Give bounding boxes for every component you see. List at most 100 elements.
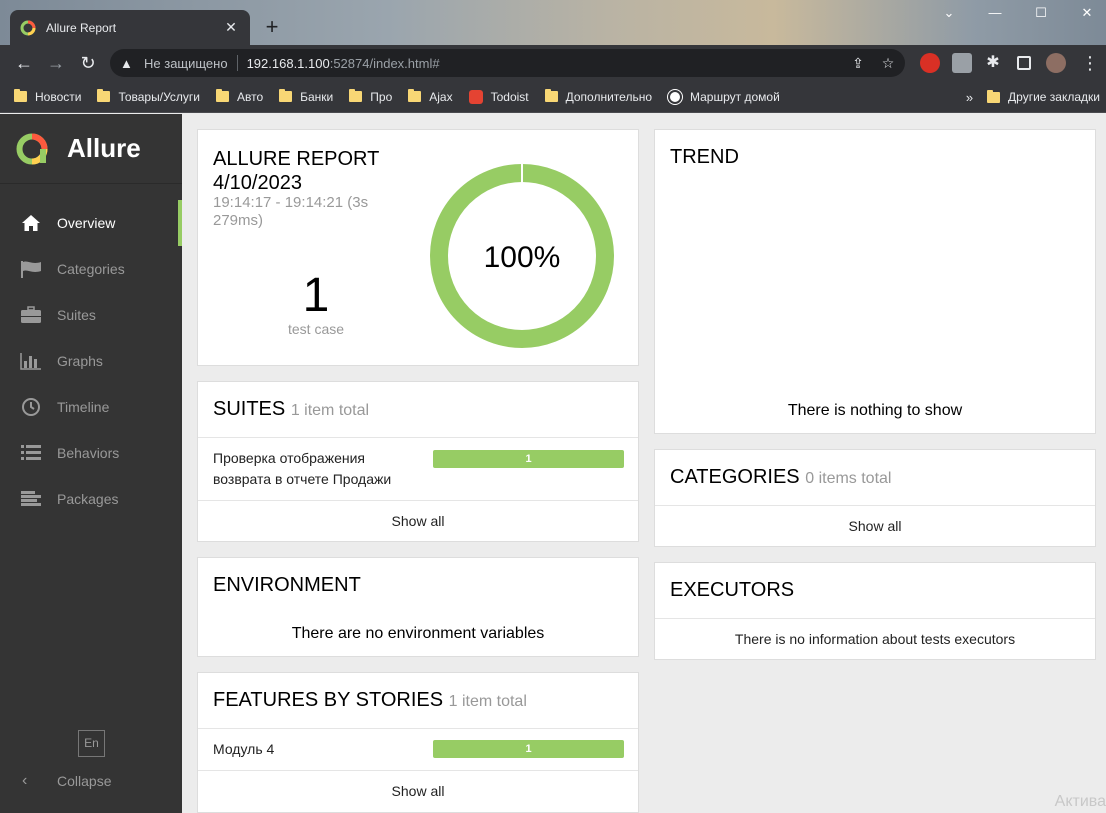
tab-search-icon[interactable]: ⌄ xyxy=(926,2,972,24)
trend-title: TREND xyxy=(670,146,739,168)
suites-show-all-button[interactable]: Show all xyxy=(198,513,638,529)
bookmark-label: Todoist xyxy=(490,89,529,104)
bookmark-todoist[interactable]: Todoist xyxy=(468,89,529,104)
side-panel-icon[interactable] xyxy=(1017,56,1031,70)
sidebar-item-graphs[interactable]: Graphs xyxy=(0,338,182,384)
feature-row-bar[interactable]: 1 xyxy=(433,740,624,758)
categories-heading: CATEGORIES xyxy=(670,466,800,488)
waze-icon xyxy=(668,89,682,104)
more-bookmarks-button[interactable]: » xyxy=(966,90,973,105)
bookmark-label: Другие закладки xyxy=(1008,90,1100,104)
features-heading: FEATURES BY STORIES xyxy=(213,689,444,711)
list-icon xyxy=(20,443,42,463)
executors-title: EXECUTORS xyxy=(670,579,795,601)
extension-icon[interactable] xyxy=(952,53,972,73)
categories-widget: CATEGORIES 0 items total Show all xyxy=(654,449,1096,547)
sidebar-item-label: Packages xyxy=(57,491,119,507)
sidebar-menu: Overview Categories Suites Graphs Timeli… xyxy=(0,200,182,522)
briefcase-icon xyxy=(20,305,42,325)
star-icon[interactable]: ☆ xyxy=(880,55,896,71)
suite-row-bar[interactable]: 1 xyxy=(433,450,624,468)
folder-icon xyxy=(14,89,27,102)
bookmark-news[interactable]: Новости xyxy=(14,89,81,104)
sidebar-item-packages[interactable]: Packages xyxy=(0,476,182,522)
new-tab-button[interactable]: + xyxy=(260,15,284,39)
other-bookmarks[interactable]: Другие закладки xyxy=(987,89,1100,104)
todoist-icon xyxy=(468,89,483,104)
features-title: FEATURES BY STORIES 1 item total xyxy=(198,673,638,712)
brand[interactable]: Allure xyxy=(0,114,182,184)
summary-widget: ALLURE REPORT 4/10/2023 19:14:17 - 19:14… xyxy=(197,129,639,366)
menu-kebab-icon[interactable]: ⋮ xyxy=(1078,51,1102,75)
bookmark-auto[interactable]: Авто xyxy=(215,89,264,104)
report-date: 4/10/2023 xyxy=(213,172,302,194)
features-show-all-button[interactable]: Show all xyxy=(198,783,638,799)
feature-row-name[interactable]: Модуль 4 xyxy=(213,741,274,757)
categories-subtitle: 0 items total xyxy=(805,470,892,487)
trend-widget: TREND There is nothing to show xyxy=(654,129,1096,434)
reload-icon[interactable]: ↻ xyxy=(76,51,100,75)
suites-title: SUITES 1 item total xyxy=(198,382,638,421)
sidebar-item-behaviors[interactable]: Behaviors xyxy=(0,430,182,476)
profile-avatar[interactable] xyxy=(1046,53,1066,73)
minimize-icon[interactable]: — xyxy=(972,2,1018,24)
bookmark-ajax[interactable]: Ajax xyxy=(408,89,453,104)
adblock-extension-icon[interactable] xyxy=(920,53,940,73)
close-window-icon[interactable]: ✕ xyxy=(1064,2,1106,24)
share-icon[interactable]: ⇪ xyxy=(850,55,866,71)
categories-show-all-button[interactable]: Show all xyxy=(655,518,1095,534)
folder-icon xyxy=(279,89,293,102)
bar-chart-icon xyxy=(20,351,42,371)
clock-icon xyxy=(20,397,42,417)
sidebar: Allure Overview Categories Suites Graphs xyxy=(0,114,182,813)
test-case-count: 1 xyxy=(302,269,330,322)
bookmark-banks[interactable]: Банки xyxy=(279,89,334,104)
folder-icon xyxy=(408,89,422,102)
folder-icon xyxy=(544,89,558,102)
bookmark-label: Авто xyxy=(236,89,264,104)
warning-icon[interactable]: ▲ xyxy=(120,56,136,71)
puzzle-icon[interactable]: ✱ xyxy=(981,51,1005,75)
suites-heading: SUITES xyxy=(213,398,286,420)
bookmark-goods[interactable]: Товары/Услуги xyxy=(97,89,200,104)
divider xyxy=(198,770,638,771)
folder-icon xyxy=(97,89,111,102)
bookmark-pro[interactable]: Про xyxy=(349,89,392,104)
suite-row-name[interactable]: Проверка отображения возврата в отчете П… xyxy=(213,448,413,490)
bookmarks-bar: Новости Товары/Услуги Авто Банки Про Aja… xyxy=(0,81,1106,113)
sidebar-item-label: Overview xyxy=(57,215,116,231)
divider xyxy=(655,505,1095,506)
bookmark-route-home[interactable]: Маршрут домой xyxy=(668,89,780,104)
sidebar-item-suites[interactable]: Suites xyxy=(0,292,182,338)
sidebar-item-label: Categories xyxy=(57,261,125,277)
executors-empty-message: There is no information about tests exec… xyxy=(734,631,1016,647)
bookmarks-right: » Другие закладки xyxy=(966,81,1100,113)
sidebar-item-timeline[interactable]: Timeline xyxy=(0,384,182,430)
sidebar-item-overview[interactable]: Overview xyxy=(0,200,182,246)
bookmark-label: Ajax xyxy=(429,89,453,104)
environment-title: ENVIRONMENT xyxy=(213,574,361,596)
language-switcher[interactable]: En xyxy=(78,730,105,757)
pass-rate-percent: 100% xyxy=(484,241,561,274)
divider xyxy=(655,618,1095,619)
browser-tab[interactable]: Allure Report ✕ xyxy=(10,10,250,45)
collapse-button[interactable]: ‹ Collapse xyxy=(0,766,111,796)
maximize-icon[interactable]: ☐ xyxy=(1018,2,1064,24)
bookmark-extra[interactable]: Дополнительно xyxy=(544,89,652,104)
features-widget: FEATURES BY STORIES 1 item total Модуль … xyxy=(197,672,639,813)
bookmark-label: Банки xyxy=(300,89,334,104)
address-bar[interactable]: ▲ Не защищено 192.168.1.100:52874/index.… xyxy=(110,49,905,77)
sidebar-item-label: Timeline xyxy=(57,399,110,415)
bookmark-label: Товары/Услуги xyxy=(118,89,200,104)
divider xyxy=(198,728,638,729)
back-arrow-icon[interactable]: ← xyxy=(12,51,36,75)
sidebar-item-categories[interactable]: Categories xyxy=(0,246,182,292)
features-subtitle: 1 item total xyxy=(448,693,527,710)
tab-close-icon[interactable]: ✕ xyxy=(222,19,240,36)
sidebar-item-label: Behaviors xyxy=(57,445,120,461)
browser-toolbar: ← → ↻ ▲ Не защищено 192.168.1.100:52874/… xyxy=(0,45,1106,81)
pass-rate-donut: 100% xyxy=(430,164,614,348)
forward-arrow-icon[interactable]: → xyxy=(44,51,68,75)
allure-logo-icon xyxy=(16,133,48,164)
url-path: :52874/index.html# xyxy=(329,55,440,71)
